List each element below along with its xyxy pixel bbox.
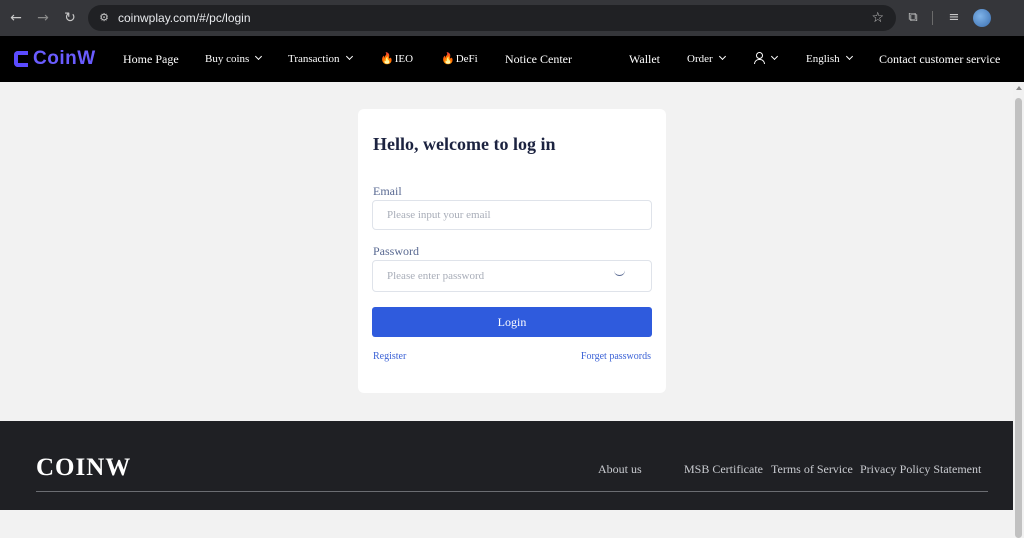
- nav-wallet[interactable]: Wallet: [629, 36, 660, 82]
- forward-icon[interactable]: →: [33, 8, 53, 28]
- coinw-logo[interactable]: CoinW: [14, 48, 96, 70]
- nav-ieo[interactable]: 🔥IEO: [380, 36, 413, 82]
- footer-link-msb[interactable]: MSB Certificate: [684, 462, 763, 477]
- bookmark-star-icon[interactable]: ☆: [871, 9, 884, 27]
- extensions-icon[interactable]: ⧉: [903, 8, 923, 28]
- nav-defi[interactable]: 🔥DeFi: [441, 36, 478, 82]
- url-text[interactable]: coinwplay.com/#/pc/login: [118, 5, 251, 31]
- nav-language-label: English: [806, 53, 840, 65]
- forgot-password-link[interactable]: Forget passwords: [581, 351, 651, 362]
- nav-transaction[interactable]: Transaction: [288, 36, 353, 82]
- nav-account[interactable]: [753, 36, 779, 82]
- logo-text: CoinW: [33, 48, 96, 69]
- chevron-down-icon: [255, 52, 263, 61]
- password-label: Password: [373, 244, 420, 258]
- page-scrollbar[interactable]: [1013, 82, 1024, 538]
- eye-closed-icon[interactable]: [614, 270, 625, 276]
- nav-transaction-label: Transaction: [288, 53, 340, 65]
- site-footer: COINW About us MSB Certificate Terms of …: [0, 421, 1013, 510]
- toolbar-divider: [932, 11, 933, 25]
- nav-buy-coins[interactable]: Buy coins: [205, 36, 263, 82]
- reload-icon[interactable]: ↻: [60, 8, 80, 28]
- nav-notice-center[interactable]: Notice Center: [505, 36, 572, 82]
- user-icon: [753, 52, 765, 64]
- address-bar[interactable]: ⚙ coinwplay.com/#/pc/login ☆: [88, 5, 896, 31]
- chevron-down-icon: [345, 52, 353, 61]
- site-header: CoinW Home Page Buy coins Transaction 🔥I…: [0, 36, 1024, 82]
- footer-link-about[interactable]: About us: [598, 462, 642, 477]
- back-icon[interactable]: ←: [6, 8, 26, 28]
- chevron-down-icon: [770, 52, 779, 61]
- footer-link-privacy[interactable]: Privacy Policy Statement: [860, 462, 981, 477]
- chevron-down-icon: [718, 52, 726, 61]
- nav-buy-coins-label: Buy coins: [205, 53, 250, 65]
- fire-icon: 🔥: [380, 52, 394, 65]
- email-label: Email: [373, 184, 402, 198]
- password-field[interactable]: Please enter password: [372, 260, 652, 292]
- nav-contact-service[interactable]: Contact customer service: [879, 36, 1000, 82]
- scrollbar-thumb[interactable]: [1015, 98, 1022, 538]
- site-info-icon[interactable]: ⚙: [96, 10, 112, 26]
- login-title: Hello, welcome to log in: [373, 134, 556, 154]
- nav-order-label: Order: [687, 53, 713, 65]
- email-field[interactable]: Please input your email: [372, 200, 652, 230]
- footer-divider: [36, 491, 988, 492]
- nav-language[interactable]: English: [806, 36, 853, 82]
- scroll-up-arrow-icon[interactable]: [1016, 86, 1022, 90]
- browser-toolbar: ← → ↻ ⚙ coinwplay.com/#/pc/login ☆ ⧉ ≡: [0, 0, 1024, 36]
- nav-order[interactable]: Order: [687, 36, 726, 82]
- register-link[interactable]: Register: [373, 351, 406, 362]
- footer-brand: COINW: [36, 454, 132, 481]
- nav-ieo-label: IEO: [394, 53, 414, 65]
- nav-defi-label: DeFi: [455, 53, 478, 65]
- nav-home[interactable]: Home Page: [123, 36, 179, 82]
- login-card: Hello, welcome to log in Email Please in…: [358, 109, 666, 393]
- chevron-down-icon: [845, 52, 853, 61]
- footer-link-terms[interactable]: Terms of Service: [771, 462, 853, 477]
- coinw-logo-icon: [14, 51, 28, 67]
- fire-icon: 🔥: [441, 52, 455, 65]
- profile-icon[interactable]: [973, 9, 991, 27]
- media-icon[interactable]: ≡: [944, 8, 964, 28]
- email-placeholder: Please input your email: [387, 209, 491, 221]
- login-button[interactable]: Login: [372, 307, 652, 337]
- password-placeholder: Please enter password: [387, 270, 485, 282]
